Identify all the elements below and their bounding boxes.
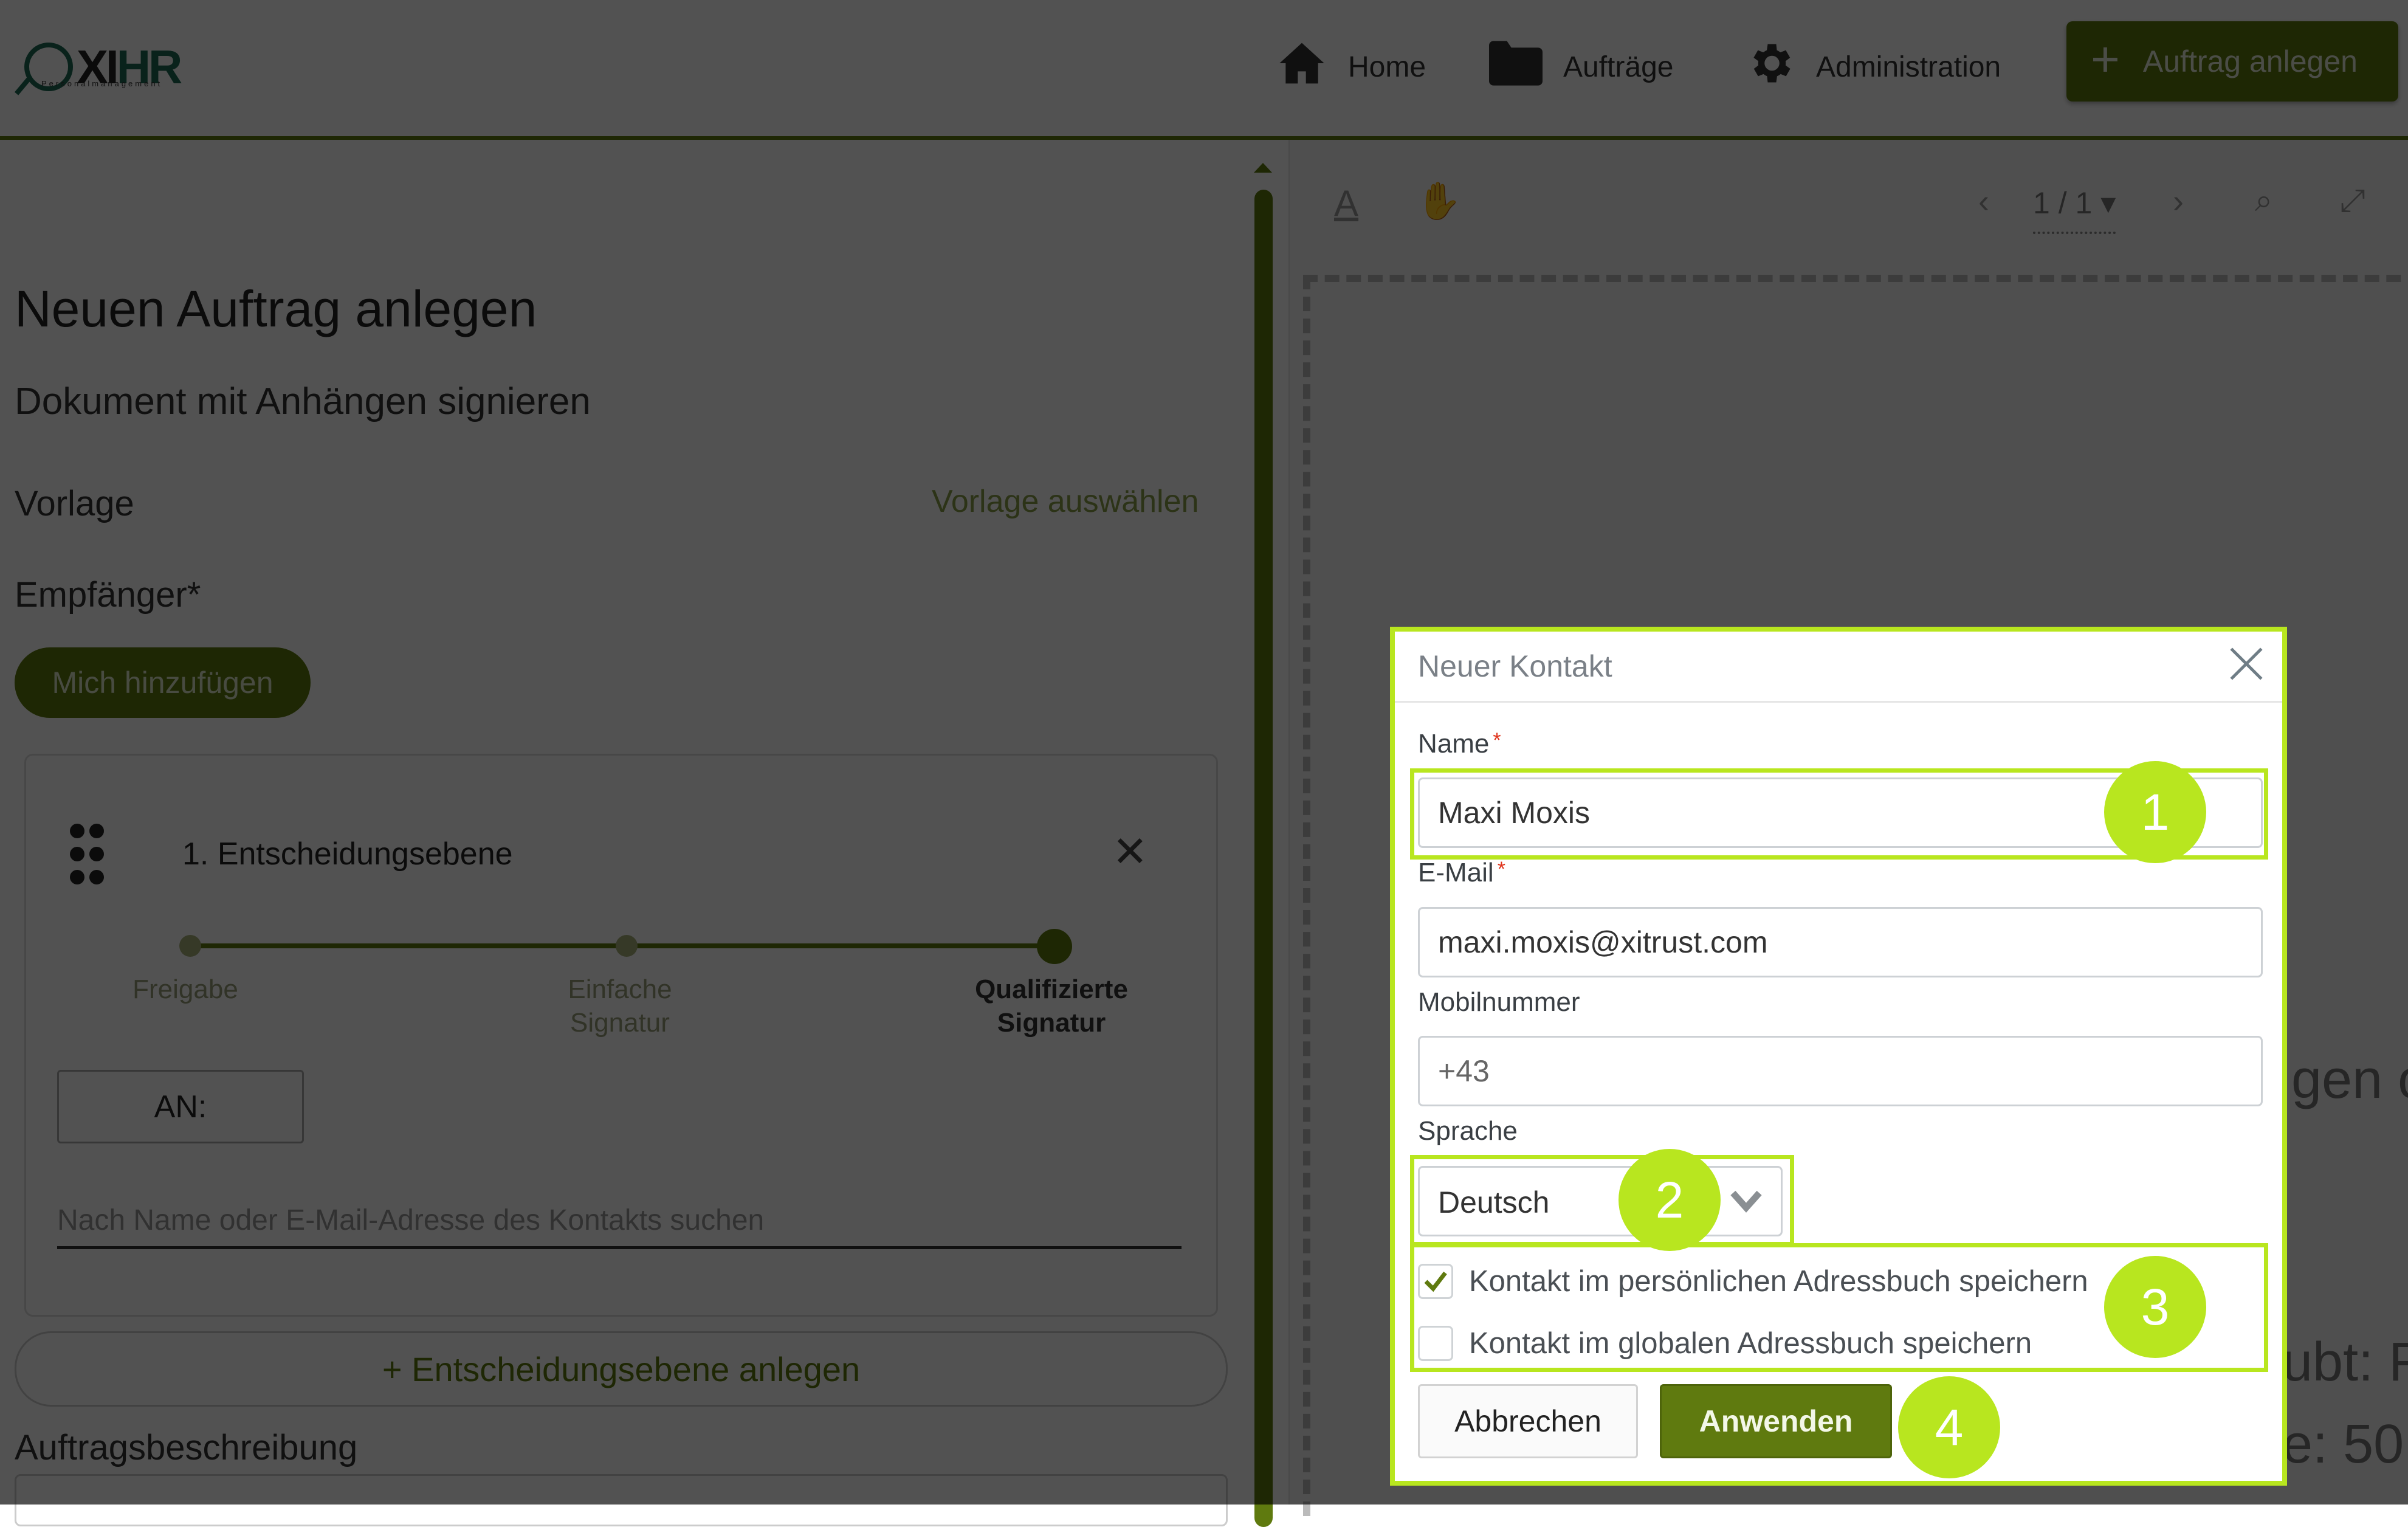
email-label: E-Mail * (1418, 858, 1505, 888)
step-badge-3: 3 (2104, 1256, 2206, 1358)
mobile-input[interactable]: +43 (1418, 1036, 2263, 1106)
email-input[interactable]: maxi.moxis@xitrust.com (1418, 907, 2263, 977)
step-badge-4: 4 (1898, 1376, 2000, 1478)
apply-button[interactable]: Anwenden (1660, 1384, 1892, 1458)
step-badge-2: 2 (1619, 1149, 1721, 1251)
name-label: Name * (1418, 729, 1501, 759)
close-icon[interactable] (2227, 645, 2265, 683)
required-asterisk: * (1497, 858, 1505, 881)
required-asterisk: * (1493, 729, 1501, 752)
dialog-header-divider (1395, 701, 2282, 703)
highlight-language-select (1410, 1155, 1794, 1246)
language-label: Sprache (1418, 1116, 1518, 1146)
dialog-title: Neuer Kontakt (1418, 649, 1612, 683)
mobile-label: Mobilnummer (1418, 987, 1580, 1017)
cancel-button[interactable]: Abbrechen (1418, 1384, 1638, 1458)
step-badge-1: 1 (2104, 761, 2206, 863)
